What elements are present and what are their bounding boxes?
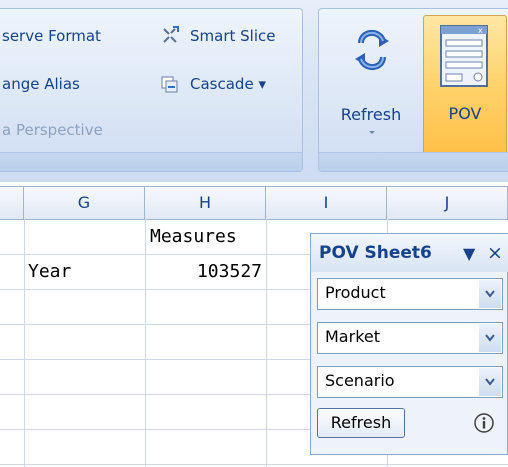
info-icon[interactable] bbox=[473, 412, 495, 434]
pov-dropdown-value: Product bbox=[325, 283, 386, 302]
column-header-h[interactable]: H bbox=[145, 187, 266, 219]
smart-slice-icon bbox=[163, 26, 179, 43]
cell-h2[interactable]: 103527 bbox=[150, 254, 262, 289]
svg-text:x: x bbox=[478, 26, 483, 35]
dropdown-button[interactable] bbox=[479, 280, 501, 308]
ribbon-group-footer bbox=[0, 152, 302, 171]
chevron-down-icon bbox=[485, 290, 495, 298]
pov-dropdown-scenario[interactable]: Scenario bbox=[317, 366, 503, 398]
cascade-icon bbox=[161, 76, 178, 93]
column-header-spacer bbox=[0, 187, 24, 219]
ribbon-group-footer bbox=[319, 152, 508, 171]
grid-row-line bbox=[0, 464, 508, 465]
column-header-i[interactable]: I bbox=[266, 187, 387, 219]
pov-panel-titlebar[interactable]: POV Sheet6 ▼ × bbox=[311, 234, 508, 272]
cell-g2[interactable]: Year bbox=[28, 254, 140, 289]
cascade-button[interactable]: Cascade ▾ bbox=[190, 75, 266, 93]
panel-menu-icon[interactable]: ▼ bbox=[463, 244, 475, 263]
close-icon[interactable]: × bbox=[487, 242, 503, 264]
pov-label: POV bbox=[448, 104, 482, 123]
column-header-j[interactable]: J bbox=[387, 187, 508, 219]
ribbon-group-smartview: Refresh x POV bbox=[318, 8, 508, 172]
pov-dropdown-value: Market bbox=[325, 327, 380, 346]
ribbon-group-data: serve Format ange Alias a Perspective Sm… bbox=[0, 8, 303, 172]
column-header-row: G H I J bbox=[0, 186, 508, 220]
refresh-icon bbox=[355, 30, 389, 70]
change-alias-button[interactable]: ange Alias bbox=[2, 75, 80, 93]
pov-panel-title: POV Sheet6 bbox=[319, 243, 432, 263]
chevron-down-icon bbox=[485, 378, 495, 386]
pov-dropdown-value: Scenario bbox=[325, 371, 395, 390]
pov-icon: x bbox=[440, 25, 488, 87]
column-header-g[interactable]: G bbox=[24, 187, 145, 219]
refresh-label: Refresh bbox=[340, 105, 402, 124]
pov-refresh-button[interactable]: Refresh bbox=[317, 408, 405, 438]
refresh-button[interactable]: Refresh bbox=[325, 19, 417, 149]
pov-button[interactable]: x POV bbox=[423, 15, 507, 161]
data-perspective-button[interactable]: a Perspective bbox=[2, 121, 103, 139]
ribbon: serve Format ange Alias a Perspective Sm… bbox=[0, 0, 508, 182]
chevron-down-icon bbox=[485, 334, 495, 342]
preserve-format-button[interactable]: serve Format bbox=[2, 27, 101, 45]
pov-dropdown-product[interactable]: Product bbox=[317, 278, 503, 310]
cell-h1[interactable]: Measures bbox=[150, 219, 262, 254]
dropdown-button[interactable] bbox=[479, 324, 501, 352]
dropdown-button[interactable] bbox=[479, 368, 501, 396]
smart-slice-button[interactable]: Smart Slice bbox=[190, 27, 275, 45]
pov-panel: POV Sheet6 ▼ × Product Market Scenario R… bbox=[310, 233, 508, 455]
chevron-down-icon bbox=[369, 131, 375, 134]
pov-dropdown-market[interactable]: Market bbox=[317, 322, 503, 354]
